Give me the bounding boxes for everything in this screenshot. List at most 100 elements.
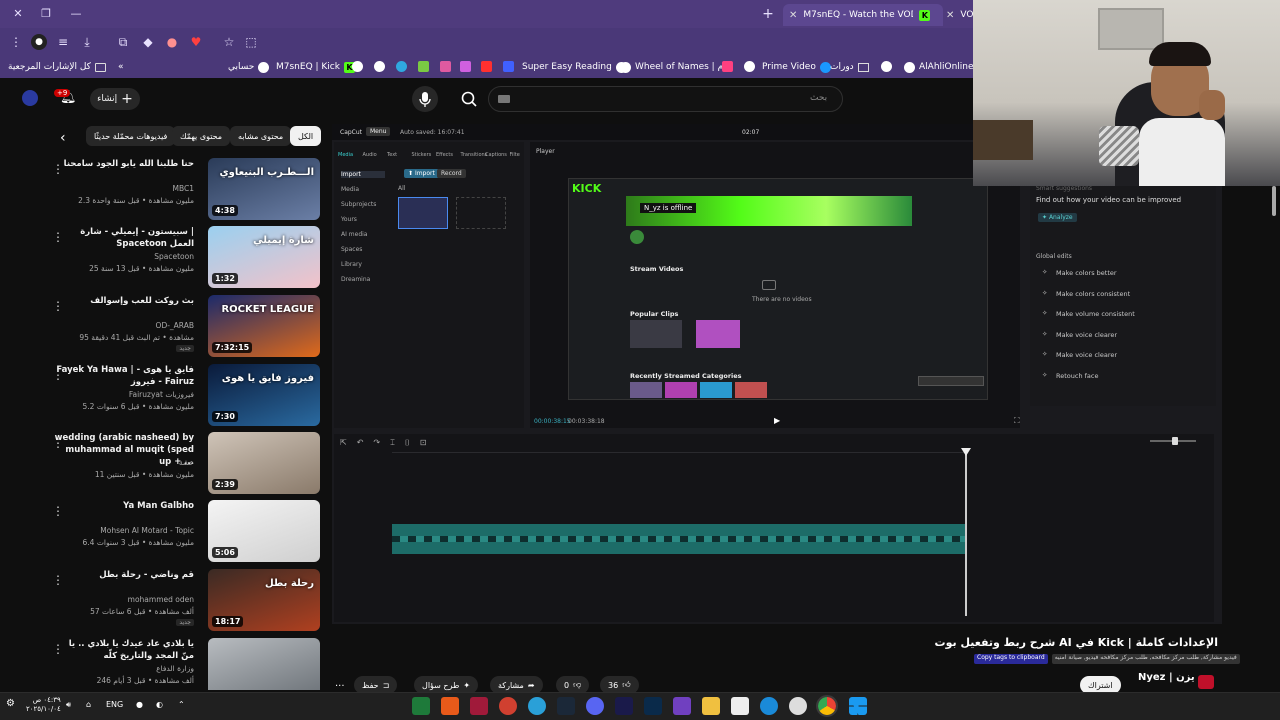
timeline-tools[interactable]: ⇱↶↷⌶⌷⊡ [340, 438, 436, 448]
avatar[interactable] [22, 90, 38, 106]
app-favicon-icon[interactable] [481, 61, 492, 72]
reading-list-icon[interactable]: ≡ [55, 34, 71, 50]
tab-vod[interactable]: ✕ VO [940, 4, 975, 26]
capcut-nav-item[interactable]: Dreamina [341, 276, 385, 283]
list-item[interactable]: 5:06 Ya Man Galbho Mohsen Al Motard - Topi… [40, 500, 320, 564]
channel-avatar[interactable] [1198, 675, 1214, 689]
steam-icon[interactable] [557, 697, 575, 715]
capcut-edit-item[interactable]: Make voice clearer [1056, 351, 1117, 359]
channel-name[interactable]: MBC1 [54, 184, 195, 193]
edge-favicon-icon[interactable] [396, 61, 407, 72]
app-icon[interactable] [470, 697, 488, 715]
chip-all[interactable]: الكل [290, 126, 322, 146]
download-favicon-icon[interactable] [418, 61, 429, 72]
capcut-edit-item[interactable]: Retouch face [1056, 372, 1098, 380]
capcut-tab[interactable]: Effects [436, 152, 453, 158]
capcut-nav-item[interactable]: Library [341, 261, 385, 268]
kebab-menu-icon[interactable]: ⋮ [52, 504, 64, 518]
file-explorer-icon[interactable] [702, 697, 720, 715]
channel-name[interactable]: Mohsen Al Motard - Topic [54, 526, 194, 535]
store-icon[interactable] [731, 697, 749, 715]
app-icon[interactable] [789, 697, 807, 715]
media-clip-thumbnail[interactable] [398, 197, 448, 229]
video-title[interactable]: بث روكت للعب وإسوالف [54, 295, 194, 307]
globe-icon[interactable] [374, 61, 385, 72]
video-thumbnail[interactable]: فيروز فايق يا هوى 7:30 [208, 364, 320, 426]
video-title[interactable]: Fayek Ya Hawa | فايق يا هوى - فيروز - Fa… [54, 364, 194, 388]
kebab-menu-icon[interactable]: ⋮ [52, 230, 64, 244]
bookmarks-overflow-icon[interactable]: « [118, 60, 124, 74]
kebab-menu-icon[interactable]: ⋮ [52, 299, 64, 313]
channel-name[interactable]: Spacetoon [54, 252, 194, 261]
capcut-nav-item[interactable]: Import [341, 171, 385, 178]
video-thumbnail[interactable]: 2:39 [208, 432, 320, 494]
app-tray-icon[interactable]: ◐ [156, 700, 163, 709]
app-favicon-icon[interactable] [503, 61, 514, 72]
minimize-window-icon[interactable]: — [68, 6, 84, 22]
chevron-up-icon[interactable]: ⌃ [178, 700, 185, 709]
copy-tags-button[interactable]: Copy tags to clipboard [974, 654, 1048, 664]
extension-badge-icon[interactable]: ● [164, 34, 180, 50]
extension-heart-icon[interactable]: ♥ [188, 34, 204, 50]
channel-name[interactable]: Nyez | يزن [1138, 672, 1195, 683]
video-thumbnail[interactable]: رحلة بطل 18:17 [208, 569, 320, 631]
capcut-nav-item[interactable]: Yours [341, 216, 385, 223]
chip-related[interactable]: محتوى مشابه [230, 126, 292, 146]
capcut-tab[interactable]: Captions [485, 152, 507, 158]
app-icon[interactable] [673, 697, 691, 715]
analyze-button[interactable]: ✦ Analyze [1038, 213, 1077, 222]
list-item[interactable]: 2:39 wedding (arabic nasheed) by muhammad… [40, 432, 320, 496]
list-item[interactable]: رحلة بطل 18:17 قم وناضي - رحلة بطل mohammed… [40, 569, 320, 633]
channel-name[interactable]: OD-_ARAB [54, 321, 194, 330]
profile-avatar-icon[interactable]: ● [31, 34, 47, 50]
brave-icon[interactable] [441, 697, 459, 715]
bookmark-alahli[interactable]: AlAhliOnline [904, 60, 974, 74]
video-thumbnail[interactable] [208, 638, 320, 690]
app-favicon-icon[interactable] [440, 61, 451, 72]
bookmark-account[interactable]: حسابي [228, 60, 270, 74]
edge-icon[interactable] [760, 697, 778, 715]
capcut-record-button[interactable]: Record [437, 169, 466, 178]
extensions-icon[interactable]: ⧉ [115, 34, 131, 50]
kebab-menu-icon[interactable]: ⋮ [52, 162, 64, 176]
video-title[interactable]: Ya Man Galbho [54, 500, 194, 512]
telegram-icon[interactable] [528, 697, 546, 715]
app-favicon-icon[interactable] [460, 61, 471, 72]
capcut-tab[interactable]: Transitions [461, 152, 488, 158]
capcut-nav-item[interactable]: Subprojects [341, 201, 385, 208]
download-icon[interactable]: ⤓ [79, 34, 95, 50]
chevron-left-icon[interactable]: ‹ [60, 130, 66, 146]
fullscreen-icon[interactable]: ⛶ [1014, 416, 1020, 426]
app-favicon-icon[interactable] [722, 61, 733, 72]
globe-icon[interactable] [881, 61, 892, 72]
capcut-edit-item[interactable]: Make colors consistent [1056, 290, 1130, 298]
play-icon[interactable]: ▶ [774, 416, 780, 425]
extension-diamond-icon[interactable]: ◆ [140, 34, 156, 50]
globe-icon[interactable] [744, 61, 755, 72]
globe-icon[interactable] [352, 61, 363, 72]
video-title[interactable]: حنا طلبنا الله يابو الجود سامحنا [54, 158, 194, 170]
tab-m7sneq[interactable]: ✕ M7snEQ - Watch the VOD on K K [783, 4, 943, 26]
video-thumbnail[interactable]: الـــطـرب البنيعاوي 4:38 [208, 158, 320, 220]
premiere-icon[interactable] [615, 697, 633, 715]
list-item[interactable]: يا بلادي عاد عيدك يا بلادي .. يا منّ الم… [40, 638, 320, 690]
close-window-icon[interactable]: ✕ [10, 6, 26, 22]
capcut-menu-button[interactable]: Menu [366, 127, 391, 136]
page-scrollbar[interactable] [1272, 186, 1276, 216]
chip-recently-uploaded[interactable]: فيديوهات محمّلة حديثًا [86, 126, 176, 146]
capcut-all-filter[interactable]: All [398, 185, 405, 192]
photoshop-icon[interactable] [644, 697, 662, 715]
capcut-nav-item[interactable]: Spaces [341, 246, 385, 253]
volume-icon[interactable]: 🔊︎ [66, 700, 71, 710]
timeline-playhead[interactable] [965, 450, 967, 616]
create-button[interactable]: إنشاء + [90, 88, 140, 110]
capcut-nav-item[interactable]: Media [341, 186, 385, 193]
list-item[interactable]: الـــطـرب البنيعاوي 4:38 حنا طلبنا الله يا… [40, 158, 320, 222]
capcut-tab[interactable]: Stickers [412, 152, 432, 158]
all-bookmarks-link[interactable]: كل الإشارات المرجعية [8, 60, 106, 74]
channel-name[interactable]: وزارة الدفاع [54, 664, 194, 673]
bookmark-m7sneq-kick[interactable]: M7snEQ | Kick K [276, 60, 355, 74]
video-thumbnail[interactable]: 5:06 [208, 500, 320, 562]
chip-for-you[interactable]: محتوى يهمّك [172, 126, 231, 146]
video-thumbnail[interactable]: ROCKET LEAGUE 7:32:15 [208, 295, 320, 357]
